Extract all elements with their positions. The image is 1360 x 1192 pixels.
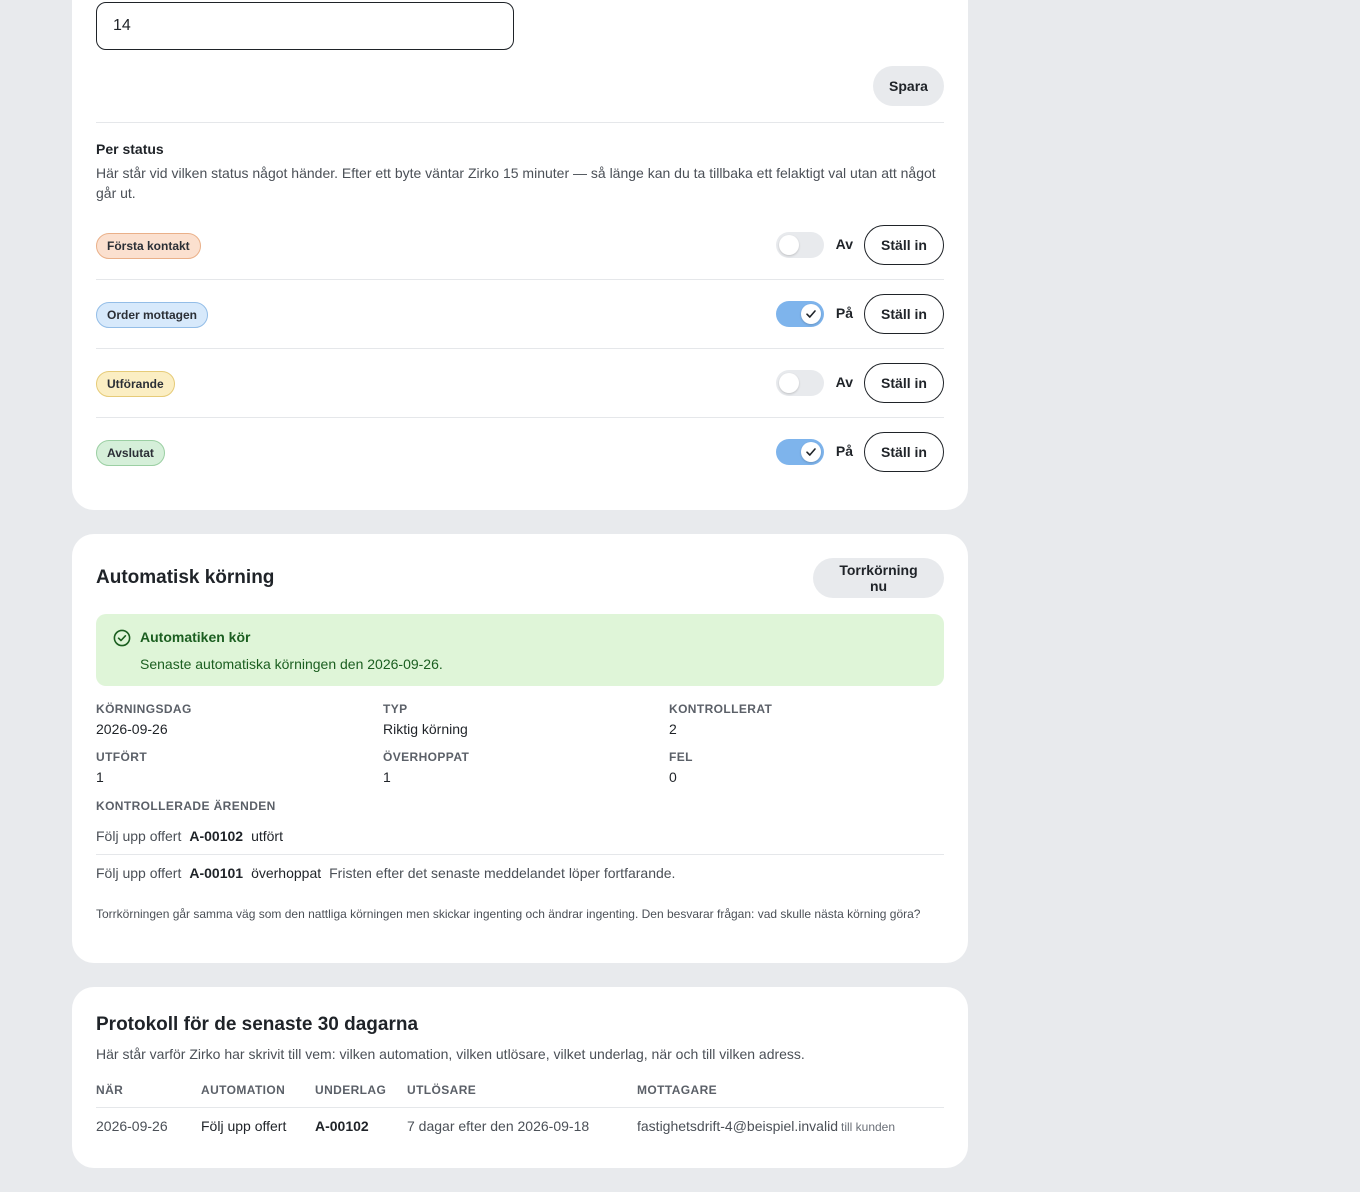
row-divider (96, 854, 944, 855)
log-recipient: fastighetsdrift-4@beispiel.invalid (637, 1118, 838, 1135)
column-header-trigger: UTLÖSARE (407, 1081, 637, 1108)
configure-button[interactable]: Ställ in (864, 225, 944, 265)
column-header-when: NÄR (96, 1081, 201, 1108)
status-badge: Order mottagen (96, 302, 209, 328)
check-icon (806, 448, 816, 456)
toggle-knob (779, 235, 799, 255)
column-header-automation: AUTOMATION (201, 1081, 315, 1108)
stat-value: 2 (669, 721, 677, 737)
status-row-order-mottagen: Order mottagen På Ställ in (96, 294, 944, 334)
stat-value: Riktig körning (383, 721, 468, 737)
status-badge: Utförande (96, 371, 175, 397)
configure-button[interactable]: Ställ in (864, 432, 944, 472)
stat-type: TYP Riktig körning (383, 702, 663, 737)
dry-run-button[interactable]: Torrkörning nu (813, 558, 944, 598)
stat-label: KONTROLLERAT (669, 702, 773, 716)
log-header-row: NÄR AUTOMATION UNDERLAG UTLÖSARE MOTTAGA… (96, 1081, 944, 1108)
toggle-knob (801, 442, 821, 462)
check-circle-icon (113, 629, 131, 647)
per-status-description: Här står vid vilken status något händer.… (96, 165, 936, 201)
log-trigger: 7 dagar efter den 2026-09-18 (407, 1118, 590, 1135)
settings-card: Spara Per status Här står vid vilken sta… (72, 0, 968, 510)
auto-run-title: Automatisk körning (96, 567, 275, 588)
stat-label: FEL (669, 750, 693, 764)
case-row: Följ upp offert A-00101 överhoppat Fristen … (96, 865, 944, 881)
days-input[interactable] (96, 2, 514, 50)
stat-label: UTFÖRT (96, 750, 148, 764)
stat-run-day: KÖRNINGSDAG 2026-09-26 (96, 702, 376, 737)
status-row-avslutat: Avslutat På Ställ in (96, 432, 944, 472)
stat-skipped: ÖVERHOPPAT 1 (383, 750, 663, 785)
table-row: 2026-09-26 Följ upp offert A-00102 7 dag… (96, 1107, 944, 1145)
row-divider (96, 417, 944, 418)
stat-checked: KONTROLLERAT 2 (669, 702, 949, 737)
column-header-recipient: MOTTAGARE (637, 1081, 944, 1108)
case-note: Fristen efter det senaste meddelandet lö… (329, 865, 676, 881)
configure-button[interactable]: Ställ in (864, 294, 944, 334)
status-badge: Första kontakt (96, 233, 201, 259)
auto-run-card: Automatisk körning Torrkörning nu Automa… (72, 534, 968, 963)
log-basis: A-00102 (315, 1118, 369, 1135)
stat-value: 1 (383, 769, 391, 785)
alert-text: Senaste automatiska körningen den 2026-0… (140, 656, 443, 672)
check-icon (806, 310, 816, 318)
row-divider (96, 348, 944, 349)
status-toggle[interactable] (776, 232, 824, 258)
toggle-knob (801, 304, 821, 324)
log-table: NÄR AUTOMATION UNDERLAG UTLÖSARE MOTTAGA… (96, 1081, 944, 1145)
stat-label: ÖVERHOPPAT (383, 750, 470, 764)
log-recipient-type: till kunden (840, 1120, 896, 1135)
status-toggle[interactable] (776, 301, 824, 327)
status-alert: Automatiken kör Senaste automatiska körn… (96, 614, 944, 686)
toggle-state-label: På (835, 443, 853, 459)
case-ref: A-00101 (189, 865, 244, 881)
toggle-state-label: På (835, 305, 853, 321)
case-automation: Följ upp offert (96, 865, 182, 881)
configure-button[interactable]: Ställ in (864, 363, 944, 403)
checked-cases-label: KONTROLLERADE ÄRENDEN (96, 799, 276, 813)
stat-label: TYP (383, 702, 408, 716)
per-status-heading: Per status (96, 141, 164, 157)
toggle-state-label: Av (835, 236, 853, 252)
log-automation: Följ upp offert (201, 1118, 287, 1135)
case-ref: A-00102 (189, 828, 244, 844)
column-header-basis: UNDERLAG (315, 1081, 407, 1108)
log-description: Här står varför Zirko har skrivit till v… (96, 1046, 805, 1062)
toggle-state-label: Av (835, 374, 853, 390)
stat-value: 1 (96, 769, 104, 785)
log-title: Protokoll för de senaste 30 dagarna (96, 1014, 419, 1035)
stat-errors: FEL 0 (669, 750, 949, 785)
case-result: utfört (251, 828, 283, 844)
stat-done: UTFÖRT 1 (96, 750, 376, 785)
status-toggle[interactable] (776, 439, 824, 465)
divider (96, 122, 944, 123)
case-result: överhoppat (251, 865, 322, 881)
status-badge: Avslutat (96, 440, 165, 466)
status-row-forsta-kontakt: Första kontakt Av Ställ in (96, 225, 944, 265)
row-divider (96, 279, 944, 280)
stat-value: 0 (669, 769, 677, 785)
case-row: Följ upp offert A-00102 utfört (96, 828, 944, 844)
toggle-knob (779, 373, 799, 393)
log-recipient-cell: fastighetsdrift-4@beispiel.invalid till k… (637, 1107, 944, 1145)
status-row-utforande: Utförande Av Ställ in (96, 363, 944, 403)
alert-title: Automatiken kör (140, 629, 251, 645)
log-when: 2026-09-26 (96, 1118, 168, 1135)
stat-value: 2026-09-26 (96, 721, 168, 737)
stat-label: KÖRNINGSDAG (96, 702, 192, 716)
dry-run-footnote: Torrkörningen går samma väg som den natt… (96, 907, 921, 921)
save-button[interactable]: Spara (873, 66, 944, 106)
status-toggle[interactable] (776, 370, 824, 396)
log-card: Protokoll för de senaste 30 dagarna Här … (72, 987, 968, 1168)
case-automation: Följ upp offert (96, 828, 182, 844)
